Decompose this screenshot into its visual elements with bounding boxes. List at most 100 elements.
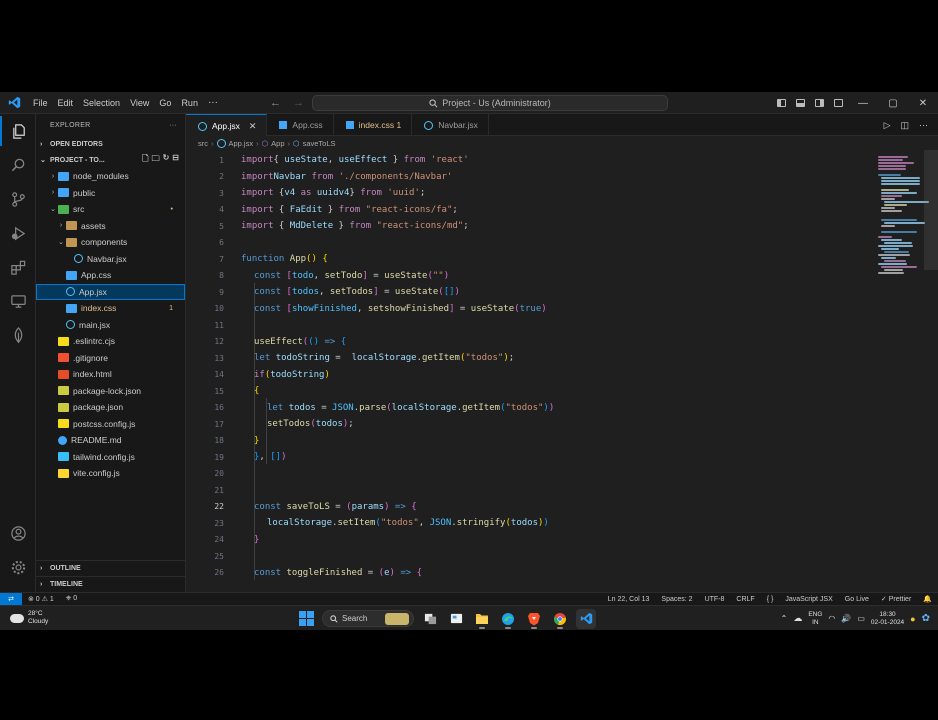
go-live-button[interactable]: Go Live xyxy=(839,596,875,603)
more-actions-icon[interactable]: ··· xyxy=(919,120,928,130)
file-tree-item[interactable]: tailwind.config.js xyxy=(36,449,185,466)
menu-run[interactable]: Run xyxy=(176,92,203,114)
toggle-secondary-sidebar-icon[interactable] xyxy=(810,92,829,114)
copilot-icon[interactable]: ✿ xyxy=(922,613,930,624)
volume-icon[interactable]: 🔊 xyxy=(841,614,851,623)
start-button[interactable] xyxy=(296,609,316,629)
search-view-icon[interactable] xyxy=(0,150,36,180)
chrome-browser-icon[interactable] xyxy=(550,609,570,629)
indentation-status[interactable]: Spaces: 2 xyxy=(655,596,698,603)
outline-section[interactable]: › OUTLINE xyxy=(36,560,185,576)
file-tree-item[interactable]: › public xyxy=(36,185,185,202)
onedrive-cloud-icon[interactable]: ☁ xyxy=(793,613,802,624)
remote-explorer-icon[interactable] xyxy=(0,286,36,316)
open-editors-section[interactable]: › OPEN EDITORS xyxy=(36,136,185,152)
file-tree-item[interactable]: .eslintrc.cjs xyxy=(36,333,185,350)
brave-browser-icon[interactable] xyxy=(524,609,544,629)
explorer-icon[interactable] xyxy=(0,116,36,146)
file-tree-item[interactable]: ⌄ components xyxy=(36,234,185,251)
file-tree-item[interactable]: › assets xyxy=(36,218,185,235)
file-tree-item[interactable]: › node_modules xyxy=(36,168,185,185)
split-editor-icon[interactable]: ◫ xyxy=(900,120,909,131)
file-tree-item[interactable]: ⌄ src • xyxy=(36,201,185,218)
refresh-icon[interactable]: ↻ xyxy=(163,153,170,167)
timeline-section[interactable]: › TIMELINE xyxy=(36,576,185,592)
problems-status[interactable]: ⊗ 0 ⚠ 1 xyxy=(22,595,60,603)
menu-go[interactable]: Go xyxy=(154,92,176,114)
customize-layout-icon[interactable] xyxy=(829,92,848,114)
menu-file[interactable]: File xyxy=(28,92,53,114)
tab-app-css[interactable]: App.css xyxy=(267,114,334,136)
file-tree-item[interactable]: .gitignore xyxy=(36,350,185,367)
ports-status[interactable]: ⎈ 0 xyxy=(60,595,83,603)
chevron-up-icon[interactable]: ⌃ xyxy=(781,614,788,623)
menu-more-icon[interactable]: ··· xyxy=(203,97,223,108)
tab-navbar-jsx[interactable]: Navbar.jsx xyxy=(412,114,489,136)
eol-status[interactable]: CRLF xyxy=(730,596,760,603)
mongodb-leaf-icon[interactable] xyxy=(0,320,36,350)
notification-indicator-icon[interactable]: ● xyxy=(910,614,915,624)
breadcrumb-item[interactable]: src xyxy=(198,139,208,148)
source-control-icon[interactable] xyxy=(0,184,36,214)
clock[interactable]: 18:30 02-01-2024 xyxy=(871,611,904,627)
accounts-icon[interactable] xyxy=(0,518,36,548)
breadcrumb-item[interactable]: saveToLS xyxy=(303,139,336,148)
menu-selection[interactable]: Selection xyxy=(78,92,125,114)
editor-scrollbar[interactable] xyxy=(924,150,938,270)
new-file-icon[interactable]: 🗋 xyxy=(142,153,148,167)
file-tree-item[interactable]: vite.config.js xyxy=(36,465,185,482)
file-tree-item[interactable]: Navbar.jsx xyxy=(36,251,185,268)
menu-view[interactable]: View xyxy=(125,92,154,114)
maximize-button[interactable]: ▢ xyxy=(878,92,908,114)
command-center[interactable]: Project - Us (Administrator) xyxy=(312,95,668,111)
encoding-status[interactable]: UTF-8 xyxy=(699,596,731,603)
file-tree-item[interactable]: package-lock.json xyxy=(36,383,185,400)
manage-gear-icon[interactable] xyxy=(0,552,36,582)
forward-arrow-icon[interactable]: → xyxy=(293,97,304,109)
cursor-position[interactable]: Ln 22, Col 13 xyxy=(602,596,656,603)
file-tree-item[interactable]: App.jsx xyxy=(36,283,185,300)
file-tree-item[interactable]: package.json xyxy=(36,399,185,416)
run-file-icon[interactable]: ▷ xyxy=(884,120,891,131)
minimize-button[interactable]: — xyxy=(848,92,878,114)
toggle-primary-sidebar-icon[interactable] xyxy=(772,92,791,114)
collapse-all-icon[interactable]: ⊟ xyxy=(172,153,179,167)
code-token: from xyxy=(311,171,334,182)
weather-widget[interactable]: 28°C Cloudy xyxy=(0,610,120,626)
input-language[interactable]: ENG IN xyxy=(808,611,822,627)
language-mode[interactable]: JavaScript JSX xyxy=(779,596,838,603)
run-and-debug-icon[interactable] xyxy=(0,218,36,248)
explorer-more-icon[interactable]: ··· xyxy=(169,122,177,129)
menu-edit[interactable]: Edit xyxy=(53,92,79,114)
file-tree-item[interactable]: postcss.config.js xyxy=(36,416,185,433)
wifi-icon[interactable]: ◠ xyxy=(828,614,835,623)
notifications-bell-icon[interactable]: 🔔 xyxy=(917,595,938,603)
prettier-status[interactable]: ✓ Prettier xyxy=(875,595,917,603)
file-tree-item[interactable]: README.md xyxy=(36,432,185,449)
close-button[interactable]: ✕ xyxy=(908,92,938,114)
task-view-icon[interactable] xyxy=(420,609,440,629)
file-tree-item[interactable]: index.html xyxy=(36,366,185,383)
code-editor[interactable]: 1 import{ useState, useEffect } from 'rea… xyxy=(186,150,938,592)
taskbar-search[interactable]: Search xyxy=(322,610,414,627)
back-arrow-icon[interactable]: ← xyxy=(270,97,281,109)
tab-index-css[interactable]: index.css 1 xyxy=(334,114,413,136)
extensions-icon[interactable] xyxy=(0,252,36,282)
tab-close-icon[interactable]: ✕ xyxy=(249,121,257,132)
file-tree-item[interactable]: index.css 1 xyxy=(36,300,185,317)
new-folder-icon[interactable]: 🗀 xyxy=(152,153,160,167)
breadcrumb-item[interactable]: App xyxy=(271,139,284,148)
breadcrumb-item[interactable]: App.jsx xyxy=(229,139,254,148)
widgets-app-icon[interactable] xyxy=(446,609,466,629)
vscode-taskbar-icon[interactable] xyxy=(576,608,596,629)
battery-icon[interactable]: ▭ xyxy=(857,614,865,623)
file-tree-item[interactable]: App.css xyxy=(36,267,185,284)
edge-browser-icon[interactable] xyxy=(498,609,518,629)
file-tree-item[interactable]: main.jsx xyxy=(36,317,185,334)
file-explorer-icon[interactable] xyxy=(472,609,492,629)
tab-app-jsx[interactable]: App.jsx ✕ xyxy=(186,114,268,137)
project-section[interactable]: ⌄ PROJECT - TO... 🗋 🗀 ↻ ⊟ xyxy=(36,152,185,168)
language-braces[interactable]: { } xyxy=(761,596,780,603)
remote-indicator-icon[interactable]: ⇄ xyxy=(0,592,22,606)
toggle-panel-icon[interactable] xyxy=(791,92,810,114)
